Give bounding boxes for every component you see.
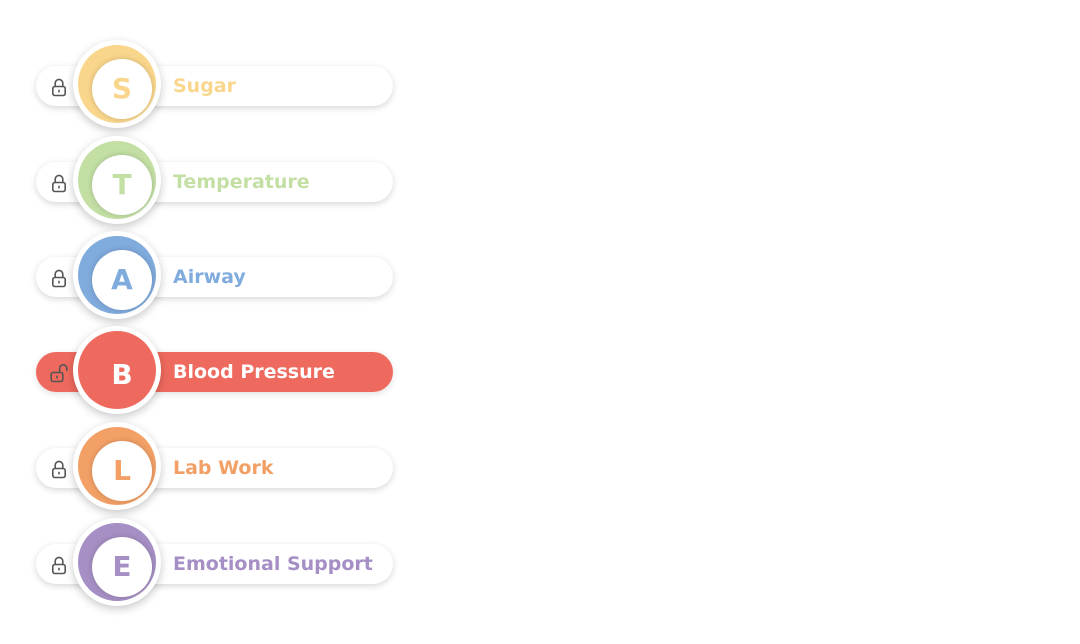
menu-item-lab-work[interactable]: L Lab Work <box>36 422 396 514</box>
menu-item-emotional-support[interactable]: E Emotional Support <box>36 518 396 610</box>
menu-item-label: Temperature <box>173 171 310 193</box>
letter-initial: E <box>92 537 152 597</box>
lock-icon <box>51 556 66 575</box>
menu-item-label: Blood Pressure <box>173 361 335 383</box>
letter-badge: S <box>73 40 161 128</box>
lock-icon <box>51 174 66 193</box>
menu-item-temperature[interactable]: T Temperature <box>36 136 396 228</box>
page: S Sugar T Temperature A Airway B Blood P… <box>0 0 1080 644</box>
menu-item-airway[interactable]: A Airway <box>36 231 396 323</box>
menu-item-label: Sugar <box>173 75 237 97</box>
lock-icon <box>51 78 66 97</box>
letter-ring: A <box>78 236 156 314</box>
letter-badge: B <box>73 326 161 414</box>
letter-badge: T <box>73 136 161 224</box>
letter-ring: E <box>78 523 156 601</box>
lock-icon <box>51 460 66 479</box>
menu-item-blood-pressure[interactable]: B Blood Pressure <box>36 326 396 418</box>
letter-ring: T <box>78 141 156 219</box>
menu-item-label: Emotional Support <box>173 553 373 575</box>
letter-ring: L <box>78 427 156 505</box>
letter-initial: L <box>92 441 152 501</box>
letter-initial: S <box>92 59 152 119</box>
menu-item-sugar[interactable]: S Sugar <box>36 40 396 132</box>
letter-initial: T <box>92 155 152 215</box>
menu-item-label: Lab Work <box>173 457 274 479</box>
menu-item-label: Airway <box>173 266 246 288</box>
letter-initial: A <box>92 250 152 310</box>
letter-badge: A <box>73 231 161 319</box>
letter-badge: L <box>73 422 161 510</box>
letter-initial: B <box>92 345 152 405</box>
steps-menu: S Sugar T Temperature A Airway B Blood P… <box>0 0 420 644</box>
letter-ring: B <box>78 331 156 409</box>
lock-icon <box>51 269 66 288</box>
letter-badge: E <box>73 518 161 606</box>
unlock-icon <box>50 364 68 383</box>
letter-ring: S <box>78 45 156 123</box>
